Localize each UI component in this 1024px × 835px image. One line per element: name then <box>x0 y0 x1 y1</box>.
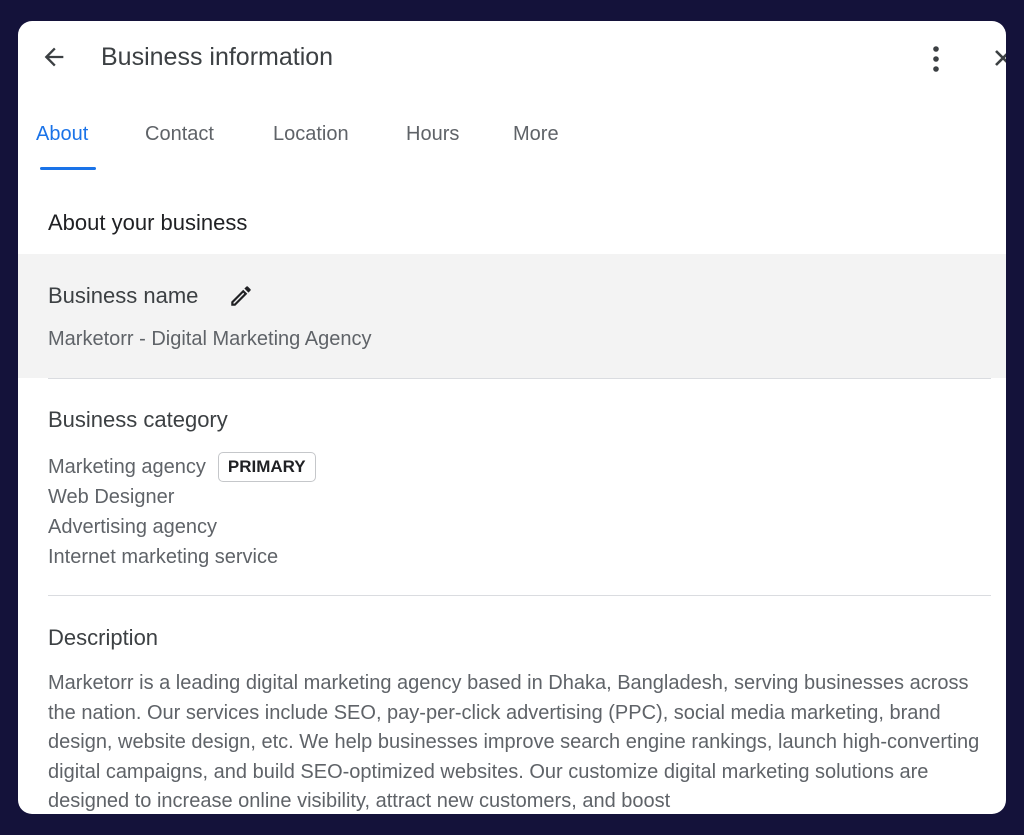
more-options-button[interactable] <box>920 41 952 77</box>
tab-bar: About Contact Location Hours More <box>18 117 718 197</box>
tab-location[interactable]: Location <box>273 123 349 146</box>
active-tab-indicator <box>40 167 96 170</box>
tab-contact[interactable]: Contact <box>145 123 214 146</box>
business-name-section[interactable]: Business name Marketorr - Digital Market… <box>18 254 1006 378</box>
business-category-list[interactable]: Marketing agency PRIMARY Web Designer Ad… <box>48 452 316 572</box>
description-text: Marketorr is a leading digital marketing… <box>48 672 980 812</box>
back-button[interactable] <box>38 41 70 73</box>
pencil-icon <box>231 286 251 306</box>
category-item: Web Designer <box>48 486 175 508</box>
business-name-value: Marketorr - Digital Marketing Agency <box>48 328 372 350</box>
category-item: Marketing agency PRIMARY <box>48 452 316 482</box>
close-icon <box>995 50 1006 66</box>
category-item: Advertising agency <box>48 516 217 538</box>
tab-about[interactable]: About <box>36 123 88 146</box>
description-label: Description <box>48 625 159 650</box>
category-primary: Marketing agency <box>48 456 206 478</box>
panel-header: Business information <box>18 21 1006 97</box>
close-button[interactable] <box>990 43 1006 75</box>
section-title: About your business <box>48 210 248 235</box>
page-title: Business information <box>101 43 334 71</box>
tab-hours[interactable]: Hours <box>406 123 459 146</box>
arrow-back-icon <box>44 47 64 67</box>
business-name-label: Business name <box>48 283 199 308</box>
more-vert-icon <box>933 46 939 72</box>
business-info-panel: Business information About Contact Locat… <box>18 21 1006 814</box>
divider <box>48 378 991 379</box>
tab-more[interactable]: More <box>513 123 559 146</box>
edit-business-name-button[interactable] <box>228 283 254 309</box>
divider <box>48 595 991 596</box>
business-category-label: Business category <box>48 407 228 432</box>
primary-badge: PRIMARY <box>217 452 316 482</box>
category-item: Internet marketing service <box>48 546 279 568</box>
